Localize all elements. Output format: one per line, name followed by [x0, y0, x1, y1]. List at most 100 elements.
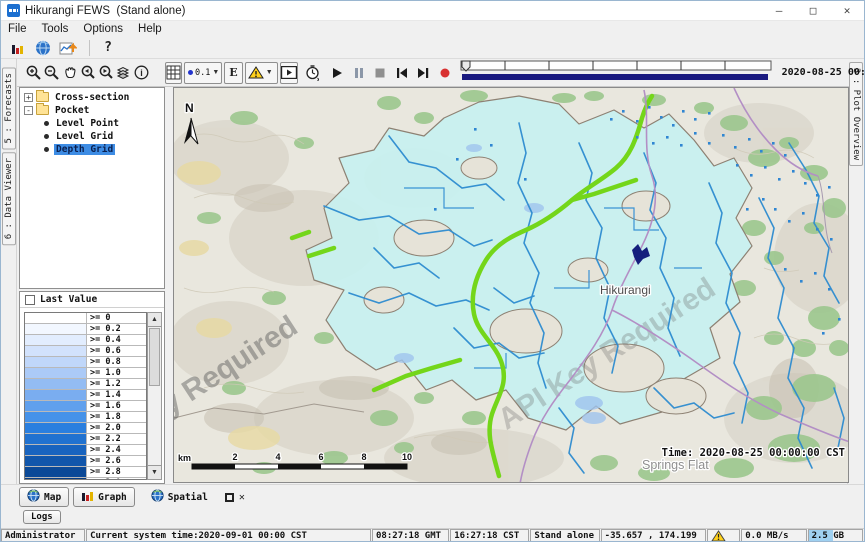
play-button[interactable] — [330, 62, 344, 83]
step-forward-button[interactable] — [416, 62, 430, 83]
pan-hand-icon[interactable] — [61, 62, 78, 83]
zoom-out-icon[interactable] — [43, 62, 60, 83]
last-value-checkbox[interactable] — [25, 295, 35, 305]
zoom-in-icon[interactable] — [25, 62, 42, 83]
legend-color-swatch — [25, 434, 87, 444]
legend-class-label: >= 0.6 — [87, 346, 121, 356]
svg-text:i: i — [140, 68, 143, 78]
svg-text:4: 4 — [275, 452, 280, 462]
spatial-map-display[interactable]: API Key Required API Key Required — [173, 87, 849, 483]
scroll-down-icon[interactable]: ▼ — [148, 465, 161, 479]
legend-color-swatch — [25, 467, 87, 477]
minimize-button[interactable]: – — [762, 1, 796, 20]
bottom-tab-bar: Map Graph Spatial ✕ — [1, 484, 864, 509]
status-text: 2.5 GB — [812, 531, 845, 541]
zoom-previous-icon[interactable] — [79, 62, 96, 83]
record-button[interactable] — [439, 62, 451, 83]
legend-class-label: >= 2.8 — [87, 467, 121, 477]
last-value-label: Last Value — [40, 294, 97, 305]
legend-color-swatch — [25, 390, 87, 400]
legend-row: >= 0.2 — [25, 324, 146, 335]
tree-item-level-grid[interactable]: Level Grid — [44, 130, 164, 142]
thresholds-dropdown[interactable]: ▼ — [245, 62, 278, 84]
folder-icon — [36, 105, 49, 115]
step-back-button[interactable] — [395, 62, 409, 83]
tab-label: Graph — [98, 492, 127, 503]
status-cell-2-5-gb: 2.5 GB — [808, 529, 863, 542]
layers-icon[interactable] — [115, 62, 132, 83]
app-logo-icon — [7, 4, 20, 17]
zoom-next-icon[interactable] — [97, 62, 114, 83]
maximize-button[interactable]: □ — [796, 1, 830, 20]
menu-tools[interactable]: Tools — [42, 23, 69, 35]
status-cell-08-27-18-gmt: 08:27:18 GMT — [372, 529, 449, 542]
area-label: Springs Flat — [642, 458, 709, 472]
tree-item-pocket[interactable]: -Pocket — [24, 104, 164, 116]
globe-icon — [27, 489, 40, 502]
legend-class-label: >= 2.0 — [87, 423, 121, 433]
menu-options[interactable]: Options — [83, 23, 123, 35]
legend-class-label: >= 2.2 — [87, 434, 121, 444]
legend-color-swatch — [25, 357, 87, 367]
tab-spatial[interactable]: Spatial — [143, 487, 216, 507]
map-display-icon[interactable] — [32, 38, 54, 58]
tree-item-label: Depth Grid — [54, 144, 115, 155]
legend-row: >= 1.4 — [25, 390, 146, 401]
animation-timer-icon[interactable] — [304, 62, 321, 83]
data-viewer-panel: +Cross-section-Pocket Level PointLevel Gr… — [17, 87, 167, 484]
side-tab-6-data-viewer[interactable]: 6 : Data Viewer — [2, 152, 16, 245]
database-icon[interactable] — [7, 38, 29, 58]
tree-expander-icon[interactable]: + — [24, 93, 33, 102]
time-series-display-icon[interactable] — [57, 38, 79, 58]
menu-file[interactable]: File — [8, 23, 27, 35]
legend-row: >= 1.0 — [25, 368, 146, 379]
pause-button[interactable] — [353, 62, 365, 83]
help-button[interactable]: ? — [97, 38, 119, 58]
scroll-up-icon[interactable]: ▲ — [148, 313, 161, 327]
leaf-bullet-icon — [44, 147, 49, 152]
status-cell-current-system: Current system time:2020-09-01 00:00 CST — [86, 529, 371, 542]
legend-class-label: >= 1.4 — [87, 390, 121, 400]
panel-maximize-icon[interactable] — [225, 493, 234, 502]
tab-map[interactable]: Map — [19, 487, 69, 507]
logs-button[interactable]: Logs — [23, 510, 61, 524]
status-text: Administrator — [5, 531, 75, 541]
tree-item-depth-grid[interactable]: Depth Grid — [44, 143, 164, 155]
legend-color-swatch — [25, 335, 87, 345]
legend-color-swatch — [25, 445, 87, 455]
time-slider[interactable] — [458, 58, 776, 87]
grid-display-button[interactable] — [165, 62, 182, 84]
stop-button[interactable] — [374, 62, 386, 83]
legend-scrollbar[interactable]: ▲ ▼ — [147, 312, 162, 480]
animation-window-button[interactable] — [280, 62, 298, 84]
info-icon[interactable]: i — [133, 62, 150, 83]
chevron-down-icon: ▼ — [266, 69, 273, 76]
legend-class-label: >= 1.2 — [87, 379, 121, 389]
status-cell-35-657-174: -35.657 , 174.199 — [601, 529, 706, 542]
menu-help[interactable]: Help — [138, 23, 162, 35]
legend-row: >= 1.6 — [25, 401, 146, 412]
warning-icon[interactable] — [711, 530, 726, 542]
tree-item-cross-section[interactable]: +Cross-section — [24, 91, 164, 103]
legend-color-swatch — [25, 412, 87, 422]
leaf-bullet-icon — [44, 134, 49, 139]
interval-value: 0.1 — [195, 68, 210, 78]
exceedance-button[interactable]: E — [224, 62, 242, 84]
panel-close-icon[interactable]: ✕ — [239, 492, 245, 503]
side-tab-5-forecasts[interactable]: 5 : Forecasts — [2, 67, 16, 149]
tree-expander-icon[interactable]: - — [24, 106, 33, 115]
chevron-down-icon: ▼ — [212, 69, 219, 76]
status-cell-stand-alone: Stand alone — [530, 529, 599, 542]
tree-item-label: Level Point — [54, 118, 121, 129]
map-toolbar: i 0.1 ▼ E ▼ — [17, 59, 849, 87]
tree-item-level-point[interactable]: Level Point — [44, 117, 164, 129]
scroll-thumb[interactable] — [149, 328, 160, 386]
close-button[interactable]: ✕ — [830, 1, 864, 20]
legend-row: >= 3.0 — [25, 478, 146, 480]
legend-row: >= 1.2 — [25, 379, 146, 390]
legend-row: >= 2.4 — [25, 445, 146, 456]
svg-text:10: 10 — [402, 452, 412, 462]
legend-row: >= 0.8 — [25, 357, 146, 368]
tab-graph[interactable]: Graph — [73, 487, 135, 507]
classbreak-dropdown[interactable]: 0.1 ▼ — [184, 62, 222, 84]
